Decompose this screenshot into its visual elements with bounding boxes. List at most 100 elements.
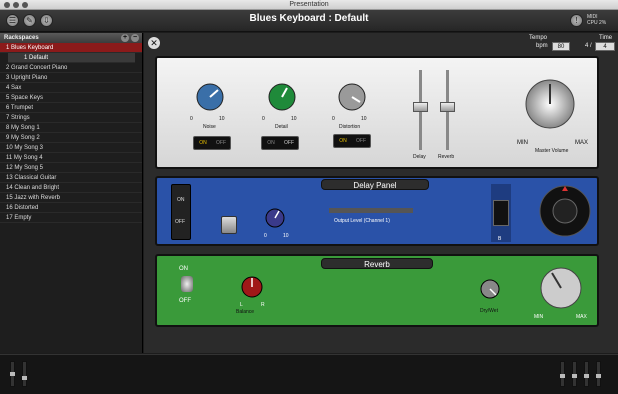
detail-knob[interactable] (269, 84, 295, 110)
cpu-label: CPU (587, 20, 598, 26)
page-title: Blues Keyboard : Default (249, 13, 369, 24)
delay-push-button[interactable] (221, 216, 237, 234)
rackspace-item[interactable]: 9 My Song 2 (0, 133, 142, 143)
tempo-unit: bpm (536, 43, 548, 49)
rackspace-item[interactable]: 4 Sax (0, 83, 142, 93)
detail-min-label: 0 (262, 116, 265, 122)
tempo-input[interactable]: 80 (552, 42, 570, 51)
window-title: Presentation (289, 1, 329, 8)
master-max-label: MAX (575, 140, 589, 146)
left-fader-2[interactable] (22, 361, 27, 387)
output-level-meter (329, 208, 413, 213)
balance-knob[interactable] (242, 277, 262, 297)
noise-label: Noise (203, 124, 216, 130)
noise-toggle[interactable]: ON OFF (193, 136, 231, 150)
on-label: ON (339, 138, 347, 144)
delay-slider-label: Delay (413, 154, 426, 160)
time-slash: / (590, 43, 592, 49)
reverb-volume-knob[interactable] (541, 268, 581, 308)
detail-toggle[interactable]: ON OFF (261, 136, 299, 150)
balance-r-label: R (261, 302, 265, 308)
reverb-slider[interactable] (440, 102, 455, 112)
add-rackspace-button[interactable]: + (121, 34, 129, 42)
distortion-toggle[interactable]: ON OFF (333, 134, 371, 148)
rackspace-item[interactable]: 3 Upright Piano (0, 73, 142, 83)
sidebar-title: Rackspaces (4, 35, 39, 41)
delay-time-dial[interactable] (541, 187, 589, 235)
tempo-label: Tempo (529, 35, 548, 41)
rackspace-item[interactable]: 5 Space Keys (0, 93, 142, 103)
off-label: OFF (216, 140, 226, 146)
time-denominator-select[interactable]: 4 (595, 42, 615, 51)
off-label: OFF (175, 219, 185, 225)
rack-area: ✕ Tempo bpm 80 Time 4 / 4 0 10 Noise ON O… (144, 33, 618, 353)
off-label: OFF (356, 138, 366, 144)
off-label: OFF (284, 140, 294, 146)
noise-knob[interactable] (197, 84, 223, 110)
off-label: OFF (179, 298, 191, 304)
drywet-knob[interactable] (481, 280, 499, 298)
alert-icon: ! (575, 16, 578, 25)
rackspace-item[interactable]: 10 My Song 3 (0, 143, 142, 153)
detail-label: Detail (275, 124, 288, 130)
right-fader-1[interactable] (560, 361, 565, 387)
distortion-label: Distortion (339, 124, 361, 130)
right-fader-3[interactable] (584, 361, 589, 387)
time-label: Time (599, 35, 613, 41)
detail-max-label: 10 (291, 116, 297, 122)
wrench-icon: ✕ (150, 38, 158, 48)
window-titlebar: Presentation (0, 0, 618, 10)
output-min-label: 0 (264, 233, 267, 239)
reverb-panel: Reverb ON OFF L R Balance Dry/Wet MIN MA… (155, 254, 599, 327)
reverb-min-label: MIN (534, 314, 544, 320)
rackspace-item[interactable]: 13 Classical Guitar (0, 173, 142, 183)
toolbar: ☰ ✎ ⇩ Blues Keyboard : Default ! MIDI CP… (0, 10, 618, 32)
edit-rack-button[interactable]: ✕ (148, 37, 160, 49)
rackspace-list: 1 Blues Keyboard 1 Default 2 Grand Concert… (0, 43, 142, 223)
delay-rocker-switch[interactable] (493, 200, 509, 226)
rackspace-item[interactable]: 15 Jazz with Reverb (0, 193, 142, 203)
balance-l-label: L (240, 302, 243, 308)
balance-label: Balance (236, 309, 255, 315)
right-fader-4[interactable] (596, 361, 601, 387)
output-level-label: Output Level (Channel 1) (334, 218, 390, 224)
rackspace-variation-item[interactable]: 1 Default (8, 53, 135, 63)
delay-panel: Delay Panel ON OFF 0 10 Output Level (Ch… (155, 176, 599, 246)
on-label: ON (177, 197, 185, 203)
rackspace-item[interactable]: 16 Distorted (0, 203, 142, 213)
left-fader[interactable] (10, 361, 15, 387)
rackspace-item[interactable]: 7 Strings (0, 113, 142, 123)
noise-min-label: 0 (190, 116, 193, 122)
distortion-min-label: 0 (332, 116, 335, 122)
rackspace-item[interactable]: 8 My Song 1 (0, 123, 142, 133)
rackspace-item[interactable]: 11 My Song 4 (0, 153, 142, 163)
right-fader-2[interactable] (572, 361, 577, 387)
alert-button[interactable]: ! (570, 14, 583, 27)
rackspace-item[interactable]: 1 Blues Keyboard (0, 43, 142, 53)
reverb-toggle-switch[interactable] (181, 276, 193, 292)
master-min-label: MIN (517, 140, 528, 146)
master-volume-label: Master Volume (535, 148, 569, 154)
synth-control-panel: 0 10 Noise ON OFF 0 10 Detail ON OFF 0 10 … (155, 56, 599, 169)
sidebar-header: Rackspaces + − (0, 33, 142, 43)
rackspace-item[interactable]: 14 Clean and Bright (0, 183, 142, 193)
rackspace-item[interactable]: 6 Trumpet (0, 103, 142, 113)
output-knob[interactable] (266, 209, 284, 227)
on-label: ON (179, 266, 188, 272)
delay-slider[interactable] (413, 102, 428, 112)
noise-max-label: 10 (219, 116, 225, 122)
rack-toolbar: ✕ Tempo bpm 80 Time 4 / 4 (144, 33, 618, 55)
distortion-max-label: 10 (361, 116, 367, 122)
rackspace-item[interactable]: 12 My Song 5 (0, 163, 142, 173)
delay-panel-title: Delay Panel (321, 179, 429, 190)
on-label: ON (267, 140, 275, 146)
distortion-knob[interactable] (339, 84, 365, 110)
rackspace-item[interactable]: 2 Grand Concert Piano (0, 63, 142, 73)
switch-label: B (498, 236, 502, 242)
delay-power-switch[interactable]: ON OFF (171, 184, 191, 240)
remove-rackspace-button[interactable]: − (131, 34, 139, 42)
status-readout: MIDI CPU 2% (587, 14, 606, 26)
rackspace-item[interactable]: 17 Empty (0, 213, 142, 223)
master-volume-knob[interactable] (526, 80, 574, 128)
reverb-slider-label: Reverb (438, 154, 455, 160)
